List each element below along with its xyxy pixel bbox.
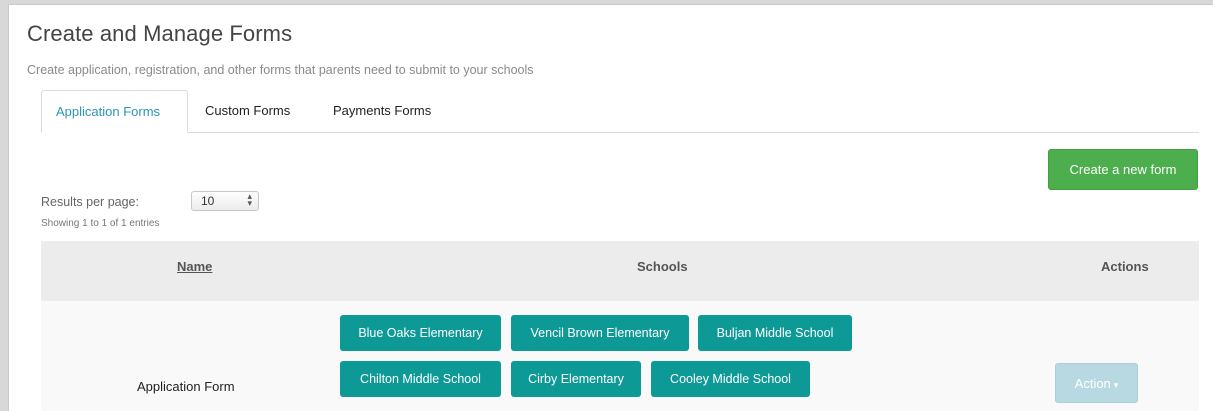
table-row: Application Form Blue Oaks Elementary Ve… (41, 301, 1199, 411)
results-per-page-select[interactable]: 10 ▴ ▾ (191, 191, 259, 211)
results-per-page-value: 10 (201, 194, 215, 208)
column-header-name[interactable]: Name (177, 259, 212, 274)
school-tag[interactable]: Buljan Middle School (698, 315, 852, 351)
school-tag[interactable]: Cooley Middle School (651, 361, 810, 397)
form-name-cell: Application Form (137, 379, 235, 394)
showing-entries-text: Showing 1 to 1 of 1 entries (41, 218, 160, 229)
action-dropdown-button[interactable]: Action ▾ (1055, 363, 1138, 403)
create-new-form-button[interactable]: Create a new form (1048, 149, 1198, 190)
tab-application-forms[interactable]: Application Forms (41, 90, 188, 133)
select-arrows-icon: ▴ ▾ (247, 191, 252, 208)
table-header: Name Schools Actions (41, 241, 1199, 301)
tab-payments-forms[interactable]: Payments Forms (319, 90, 459, 132)
form-type-tabs: Application Forms Custom Forms Payments … (41, 90, 1199, 133)
column-header-schools: Schools (637, 259, 688, 274)
caret-down-icon: ▾ (1113, 379, 1119, 390)
column-header-actions: Actions (1101, 259, 1149, 274)
app-window: Create and Manage Forms Create applicati… (8, 4, 1213, 411)
action-button-label: Action (1074, 375, 1111, 391)
tab-custom-forms[interactable]: Custom Forms (191, 90, 316, 132)
school-tag[interactable]: Cirby Elementary (511, 361, 641, 397)
page-title: Create and Manage Forms (27, 21, 293, 46)
results-per-page-label: Results per page: (41, 195, 139, 209)
page-subtitle: Create application, registration, and ot… (27, 63, 534, 77)
school-tag[interactable]: Chilton Middle School (340, 361, 501, 397)
school-tag[interactable]: Blue Oaks Elementary (340, 315, 501, 351)
school-tag[interactable]: Vencil Brown Elementary (511, 315, 689, 351)
